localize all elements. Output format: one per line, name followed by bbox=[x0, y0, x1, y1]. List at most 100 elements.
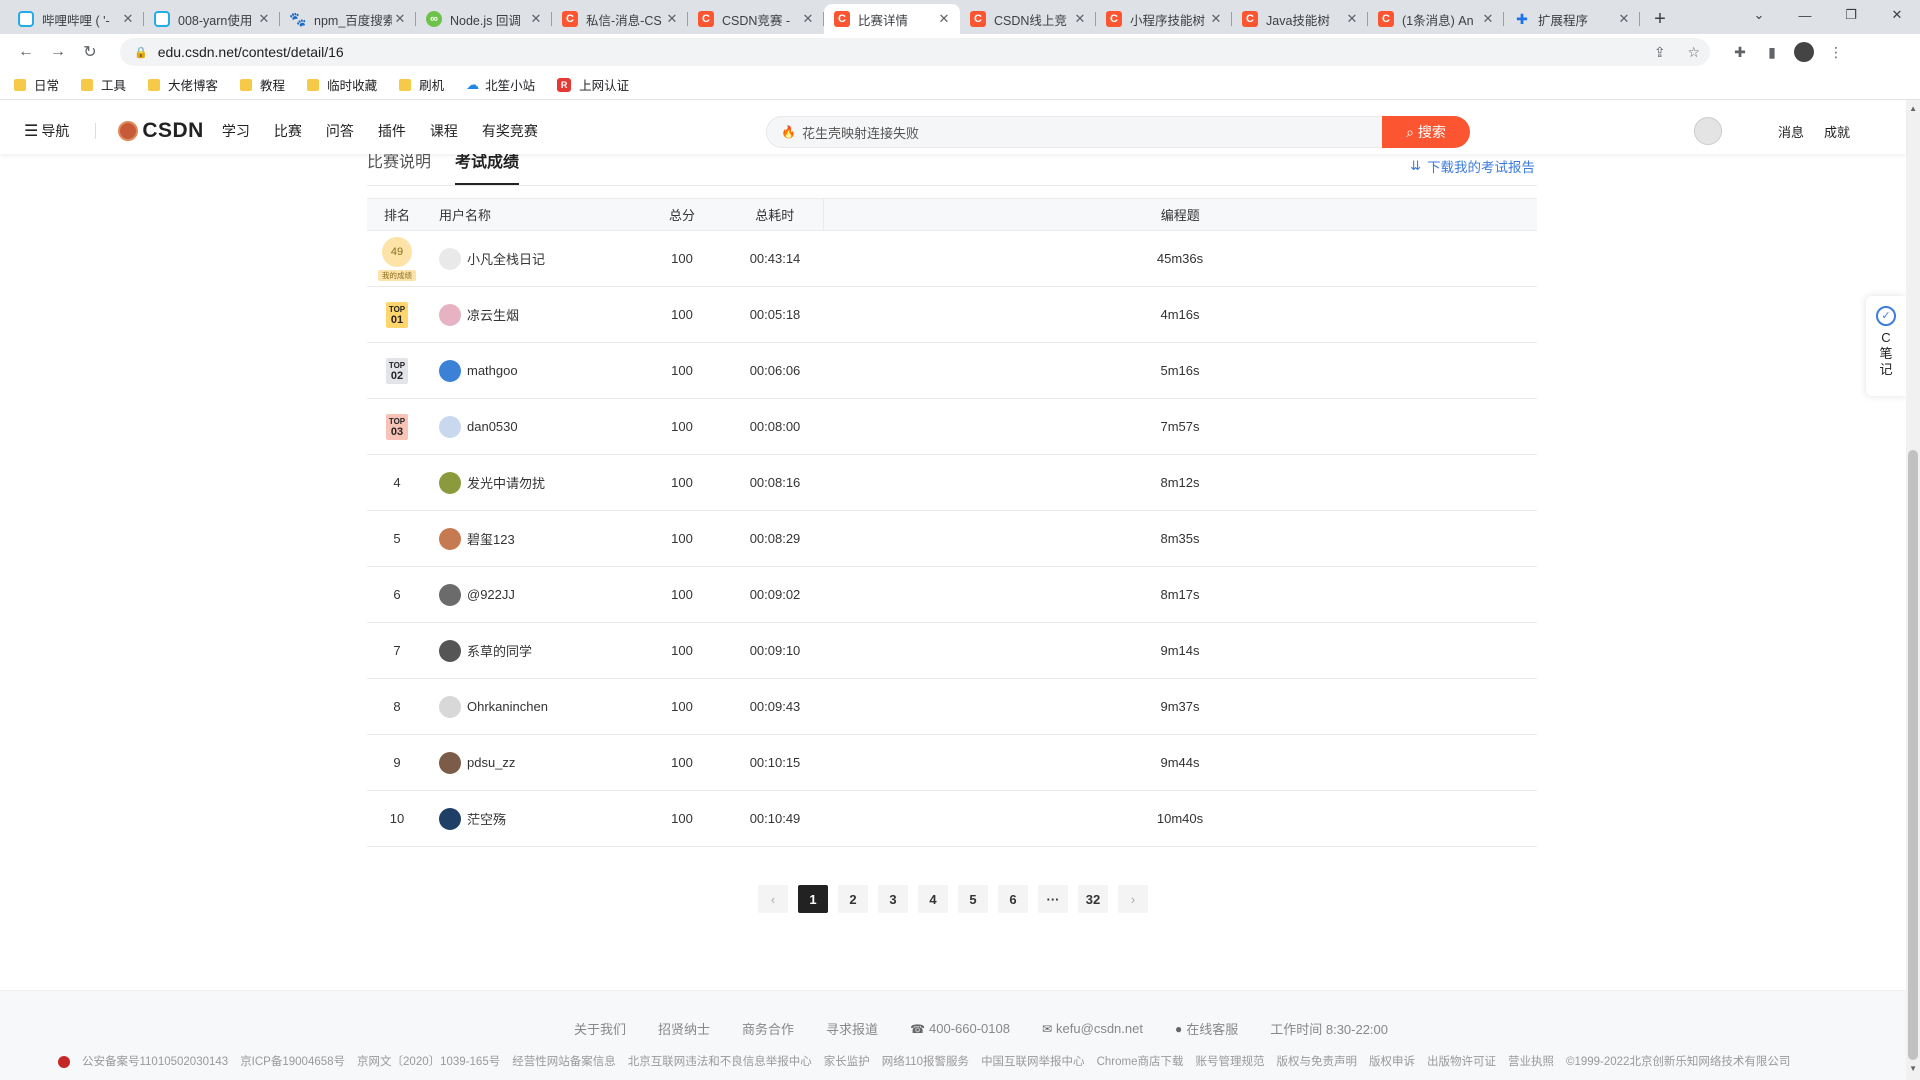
tab-close-icon[interactable]: ✕ bbox=[936, 11, 952, 27]
pagination-page-button[interactable]: 32 bbox=[1078, 885, 1108, 913]
footer-legal-link[interactable]: ©1999-2022北京创新乐知网络技术有限公司 bbox=[1566, 1053, 1790, 1069]
address-bar[interactable]: 🔒 edu.csdn.net/contest/detail/16 ⇪ ☆ bbox=[120, 38, 1710, 66]
user-info[interactable]: 茫空殇 bbox=[439, 807, 637, 830]
csdn-logo[interactable]: CSDN bbox=[118, 119, 204, 143]
user-avatar[interactable] bbox=[439, 583, 461, 606]
scrollbar-thumb[interactable] bbox=[1908, 450, 1918, 1060]
bookmark-item[interactable]: 教程 bbox=[240, 75, 285, 94]
footer-link[interactable]: 工作时间 8:30-22:00 bbox=[1270, 1019, 1404, 1038]
pagination-page-button[interactable]: 5 bbox=[958, 885, 988, 913]
user-avatar[interactable] bbox=[439, 247, 461, 270]
bookmark-item[interactable]: 日常 bbox=[14, 75, 59, 94]
user-name-link[interactable]: pdsu_zz bbox=[467, 755, 515, 770]
browser-tab[interactable]: 哔哩哔哩 ( '- ✕ bbox=[8, 4, 144, 34]
search-button[interactable]: ⌕ 搜索 bbox=[1382, 116, 1470, 148]
browser-tab[interactable]: 🐾 npm_百度搜索 ✕ bbox=[280, 4, 416, 34]
user-name-link[interactable]: 碧玺123 bbox=[467, 529, 515, 548]
footer-link[interactable]: 商务合作 bbox=[742, 1019, 810, 1038]
footer-legal-link[interactable]: 账号管理规范 bbox=[1195, 1053, 1264, 1069]
user-info[interactable]: @922JJ bbox=[439, 583, 637, 606]
footer-legal-link[interactable]: 中国互联网举报中心 bbox=[981, 1053, 1085, 1069]
browser-tab[interactable]: C 私信-消息-CS ✕ bbox=[552, 4, 688, 34]
browser-tab[interactable]: ∞ Node.js 回调 ✕ bbox=[416, 4, 552, 34]
footer-legal-link[interactable]: 网络110报警服务 bbox=[882, 1053, 969, 1069]
tab-close-icon[interactable]: ✕ bbox=[1480, 11, 1496, 27]
extensions-icon[interactable]: ✚ bbox=[1724, 44, 1756, 61]
tab-search-icon[interactable]: ⌄ bbox=[1736, 0, 1782, 30]
tab-close-icon[interactable]: ✕ bbox=[800, 11, 816, 27]
user-info[interactable]: mathgoo bbox=[439, 359, 637, 382]
new-tab-button[interactable]: + bbox=[1646, 4, 1674, 34]
search-input[interactable]: 🔥 花生壳映射连接失败 bbox=[766, 116, 1382, 148]
footer-legal-link[interactable]: 营业执照 bbox=[1508, 1053, 1554, 1069]
tab-close-icon[interactable]: ✕ bbox=[392, 11, 408, 27]
browser-menu-icon[interactable]: ⋮ bbox=[1820, 44, 1852, 61]
browser-tab[interactable]: C 比赛详情 ✕ bbox=[824, 4, 960, 34]
footer-legal-link[interactable]: 京网文〔2020〕1039-165号 bbox=[357, 1053, 500, 1069]
browser-tab[interactable]: C 小程序技能树 ✕ bbox=[1096, 4, 1232, 34]
tab-close-icon[interactable]: ✕ bbox=[1072, 11, 1088, 27]
user-name-link[interactable]: 茫空殇 bbox=[467, 809, 506, 828]
footer-legal-link[interactable]: 版权申诉 bbox=[1369, 1053, 1415, 1069]
bookmark-item[interactable]: ☁ 北笙小站 bbox=[466, 75, 535, 94]
browser-tab[interactable]: C Java技能树 ✕ bbox=[1232, 4, 1368, 34]
nav-menu[interactable]: ☰ 导航 bbox=[24, 121, 69, 141]
user-info[interactable]: 凉云生烟 bbox=[439, 303, 637, 326]
pagination-page-button[interactable]: 2 bbox=[838, 885, 868, 913]
back-button[interactable]: ← bbox=[10, 38, 42, 66]
bookmark-item[interactable]: R 上网认证 bbox=[557, 75, 629, 94]
tab-close-icon[interactable]: ✕ bbox=[1344, 11, 1360, 27]
footer-legal-link[interactable]: 家长监护 bbox=[824, 1053, 870, 1069]
footer-legal-link[interactable]: 公安备案号11010502030143 bbox=[58, 1053, 228, 1069]
footer-link[interactable]: 寻求报道 bbox=[826, 1019, 894, 1038]
header-link[interactable]: 问答 bbox=[326, 121, 354, 141]
pagination-next-button[interactable]: › bbox=[1118, 885, 1148, 913]
user-avatar[interactable] bbox=[439, 471, 461, 494]
close-window-button[interactable]: ✕ bbox=[1874, 0, 1920, 30]
pagination-page-button[interactable]: 6 bbox=[998, 885, 1028, 913]
user-avatar[interactable] bbox=[439, 639, 461, 662]
header-link[interactable]: 课程 bbox=[430, 121, 458, 141]
footer-legal-link[interactable]: 经营性网站备案信息 bbox=[512, 1053, 616, 1069]
bookmark-item[interactable]: 工具 bbox=[81, 75, 126, 94]
user-name-link[interactable]: 发光中请勿扰 bbox=[467, 473, 545, 492]
restore-button[interactable]: ❐ bbox=[1828, 0, 1874, 30]
user-name-link[interactable]: Ohrkaninchen bbox=[467, 699, 548, 714]
note-widget[interactable]: ✓ C笔记 bbox=[1866, 296, 1906, 396]
header-link[interactable]: 插件 bbox=[378, 121, 406, 141]
footer-link[interactable]: 关于我们 bbox=[574, 1019, 642, 1038]
tab-close-icon[interactable]: ✕ bbox=[528, 11, 544, 27]
bookmark-item[interactable]: 临时收藏 bbox=[307, 75, 377, 94]
pagination-page-button[interactable]: ··· bbox=[1038, 885, 1068, 913]
user-info[interactable]: 系草的同学 bbox=[439, 639, 637, 662]
user-name-link[interactable]: @922JJ bbox=[467, 587, 515, 602]
achievements-link[interactable]: 成就 bbox=[1824, 122, 1850, 141]
reload-button[interactable]: ↻ bbox=[74, 38, 106, 66]
tab-close-icon[interactable]: ✕ bbox=[120, 11, 136, 27]
minimize-button[interactable]: — bbox=[1782, 0, 1828, 30]
header-link[interactable]: 学习 bbox=[222, 121, 250, 141]
user-info[interactable]: 发光中请勿扰 bbox=[439, 471, 637, 494]
forward-button[interactable]: → bbox=[42, 38, 74, 66]
share-icon[interactable]: ⇪ bbox=[1654, 44, 1666, 60]
user-info[interactable]: 小凡全栈日记 bbox=[439, 247, 637, 270]
user-info[interactable]: pdsu_zz bbox=[439, 751, 637, 774]
user-avatar[interactable] bbox=[439, 695, 461, 718]
bookmark-star-icon[interactable]: ☆ bbox=[1687, 44, 1700, 60]
user-avatar[interactable] bbox=[439, 807, 461, 830]
user-avatar[interactable] bbox=[439, 527, 461, 550]
user-avatar[interactable] bbox=[439, 751, 461, 774]
profile-avatar[interactable] bbox=[1794, 42, 1814, 62]
footer-link[interactable]: ● 在线客服 bbox=[1175, 1019, 1254, 1038]
pagination-prev-button[interactable]: ‹ bbox=[758, 885, 788, 913]
browser-tab[interactable]: ✚ 扩展程序 ✕ bbox=[1504, 4, 1640, 34]
footer-link[interactable]: ✉ kefu@csdn.net bbox=[1042, 1019, 1159, 1038]
browser-tab[interactable]: C CSDN竞赛 - ✕ bbox=[688, 4, 824, 34]
browser-tab[interactable]: C CSDN线上竞 ✕ bbox=[960, 4, 1096, 34]
messages-link[interactable]: 消息 bbox=[1778, 122, 1804, 141]
pagination-page-button[interactable]: 4 bbox=[918, 885, 948, 913]
tab-close-icon[interactable]: ✕ bbox=[664, 11, 680, 27]
bookmark-item[interactable]: 大佬博客 bbox=[148, 75, 218, 94]
user-info[interactable]: dan0530 bbox=[439, 415, 637, 438]
user-name-link[interactable]: dan0530 bbox=[467, 419, 518, 434]
